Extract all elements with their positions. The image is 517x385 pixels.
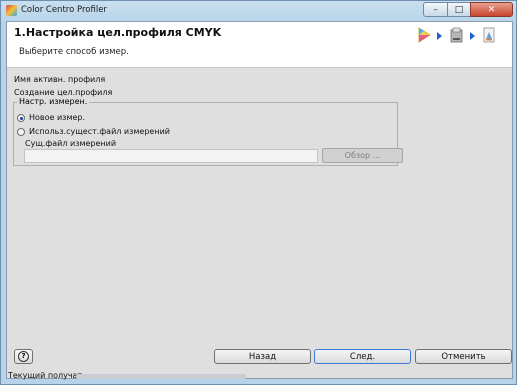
close-button[interactable]: ✕ — [470, 2, 513, 17]
active-profile-label: Имя активн. профиля — [14, 75, 106, 84]
file-path-label: Сущ.файл измерений — [25, 139, 117, 148]
help-button[interactable]: ? — [14, 349, 33, 364]
app-logo-icon — [6, 5, 17, 16]
file-path-input[interactable] — [24, 149, 318, 163]
profile-step-icon — [483, 27, 495, 43]
cancel-button[interactable]: Отменить — [415, 349, 512, 364]
header-panel: 1.Настройка цел.профиля CMYK Выберите сп… — [7, 22, 512, 68]
title-bar[interactable]: Color Centro Profiler – □ ✕ — [1, 1, 517, 21]
current-receiver-value — [76, 374, 246, 379]
printer-step-icon — [450, 27, 463, 43]
status-bar: Текущий получат.: — [6, 369, 513, 383]
wizard-steps — [417, 26, 507, 46]
measurement-settings-group: Настр. измерен. Новое измер. Использ.сущ… — [13, 97, 403, 166]
existing-file-radio[interactable] — [17, 128, 25, 136]
app-window: Color Centro Profiler – □ ✕ 1.Настройка … — [0, 0, 517, 385]
new-measurement-label[interactable]: Новое измер. — [29, 113, 85, 122]
dialog-client-area: 1.Настройка цел.профиля CMYK Выберите сп… — [6, 21, 513, 379]
target-step-icon — [418, 27, 431, 43]
create-profile-label: Создание цел.профиля — [14, 88, 113, 97]
page-subtitle: Выберите способ измер. — [19, 47, 129, 57]
step-arrow-icon — [437, 32, 442, 40]
step-arrow-icon — [470, 32, 475, 40]
new-measurement-radio[interactable] — [17, 114, 25, 122]
minimize-button[interactable]: – — [423, 2, 448, 17]
group-title: Настр. измерен. — [17, 97, 90, 106]
maximize-button[interactable]: □ — [447, 2, 471, 17]
page-title: 1.Настройка цел.профиля CMYK — [14, 26, 222, 39]
window-title: Color Centro Profiler — [21, 5, 107, 15]
next-button[interactable]: След. — [314, 349, 411, 364]
existing-file-label[interactable]: Использ.сущест.файл измерений — [29, 127, 170, 136]
help-icon: ? — [18, 351, 29, 362]
browse-button[interactable]: Обзор ... — [322, 148, 403, 163]
back-button[interactable]: Назад — [214, 349, 311, 364]
